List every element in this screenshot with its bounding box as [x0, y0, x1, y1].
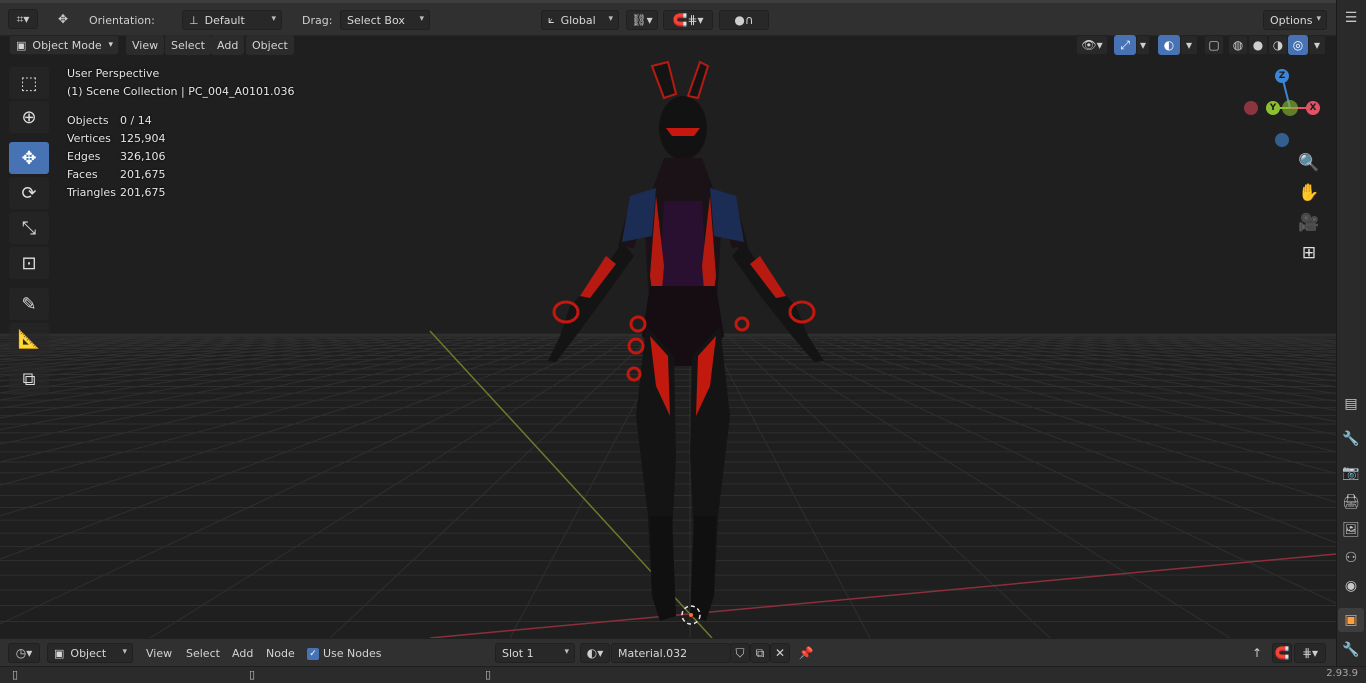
cursor-icon: ⊕	[21, 106, 37, 128]
select-box-tool[interactable]: ⬚	[9, 67, 49, 99]
measure-icon: 📐	[17, 328, 41, 350]
gizmo-neg-z-axis[interactable]	[1275, 133, 1289, 147]
gizmo-toggle-icon[interactable]: ⤢	[1114, 35, 1136, 55]
menu-view[interactable]: View	[126, 35, 165, 55]
editor-type-icon[interactable]: ⌗▾	[8, 9, 38, 29]
gizmo-x-axis[interactable]: X	[1306, 101, 1320, 115]
snap-icon[interactable]: 🧲⋕▾	[663, 10, 713, 30]
move-tool[interactable]: ✥	[9, 142, 49, 174]
material-shading-icon[interactable]: ◑	[1268, 35, 1288, 55]
shader-menu-select[interactable]: Select	[181, 644, 225, 663]
orientation-label: Orientation:	[89, 13, 155, 27]
unlink-material-icon[interactable]: ✕	[770, 643, 790, 663]
rotate-tool[interactable]: ⟳	[9, 177, 49, 209]
scale-tool[interactable]: ⤡	[9, 212, 49, 244]
orientation-dropdown[interactable]: ⊥ Default ▾	[182, 10, 282, 30]
pan-hand-icon[interactable]: ✋	[1297, 181, 1321, 205]
material-browse-icon[interactable]: ◐▾	[580, 643, 610, 663]
drag-dropdown[interactable]: Select Box ▾	[340, 10, 430, 30]
duplicate-material-icon[interactable]: ⧉	[750, 643, 770, 663]
overlays-dropdown-icon[interactable]: ▾	[1180, 35, 1198, 55]
perspective-label: User Perspective	[67, 67, 160, 80]
xray-icon[interactable]: ▢	[1204, 35, 1224, 55]
shader-menu-view[interactable]: View	[141, 644, 177, 663]
stats-triangles: Triangles 201,675	[67, 186, 166, 199]
object-properties-icon[interactable]: ▣	[1338, 608, 1364, 632]
stats-vertices: Vertices 125,904	[67, 132, 166, 145]
rendered-shading-icon[interactable]: ◎	[1288, 35, 1308, 55]
stats-objects: Objects 0 / 14	[67, 114, 152, 127]
parent-node-icon[interactable]: ↑	[1247, 643, 1267, 663]
gizmo-y-axis[interactable]: Y	[1266, 101, 1280, 115]
menu-add[interactable]: Add	[211, 35, 245, 55]
solid-shading-icon[interactable]: ●	[1248, 35, 1268, 55]
properties-toggle-icon[interactable]: ▤	[1338, 392, 1364, 416]
gizmo-neg-x-axis[interactable]	[1244, 101, 1258, 115]
workspace-tabs-strip	[0, 0, 1336, 3]
output-properties-icon[interactable]: 🖨	[1338, 490, 1364, 514]
stats-faces: Faces 201,675	[67, 168, 166, 181]
snap-target-icon[interactable]: ⋕▾	[1294, 643, 1326, 663]
measure-tool[interactable]: 📐	[9, 323, 49, 355]
move-icon: ✥	[21, 147, 37, 169]
mouse-middle-icon: ▯	[249, 668, 256, 681]
drag-label: Drag:	[302, 13, 333, 27]
transform-icon: ⊡	[21, 252, 37, 274]
mouse-left-icon: ▯	[12, 668, 19, 681]
annotate-tool[interactable]: ✎	[9, 288, 49, 320]
gizmo-dropdown-icon[interactable]: ▾	[1136, 35, 1150, 55]
collection-label: (1) Scene Collection | PC_004_A0101.036	[67, 85, 295, 98]
annotate-icon: ✎	[21, 293, 37, 315]
transform-tool[interactable]: ⊡	[9, 247, 49, 279]
add-cube-tool[interactable]: ⧉	[9, 363, 49, 395]
shading-dropdown-icon[interactable]: ▾	[1308, 35, 1326, 55]
shader-menu-add[interactable]: Add	[227, 644, 258, 663]
shader-menu-node[interactable]: Node	[261, 644, 300, 663]
menu-object[interactable]: Object	[246, 35, 294, 55]
shader-snap-icon[interactable]: 🧲	[1272, 643, 1292, 663]
checkbox-icon: ✓	[307, 647, 319, 660]
scene-properties-icon[interactable]: ⚇	[1338, 546, 1364, 570]
use-nodes-checkbox[interactable]: ✓ Use Nodes	[302, 644, 387, 663]
3d-viewport[interactable]	[0, 36, 1336, 638]
world-properties-icon[interactable]: ◉	[1338, 574, 1364, 598]
outliner-icon[interactable]: ☰	[1338, 6, 1364, 30]
fake-user-icon[interactable]: ⛉	[730, 643, 750, 663]
tool-properties-icon[interactable]: 🔧	[1338, 427, 1364, 451]
move-gizmo-icon[interactable]: ✥	[50, 9, 76, 29]
material-name-field[interactable]: Material.032	[611, 643, 731, 663]
options-dropdown[interactable]: Options ▾	[1263, 10, 1327, 30]
zoom-icon[interactable]: 🔍	[1297, 151, 1321, 175]
view-layer-icon[interactable]: 🖼	[1338, 518, 1364, 542]
overlays-toggle-icon[interactable]: ◐	[1158, 35, 1180, 55]
visibility-icon[interactable]: 👁▾	[1076, 35, 1108, 55]
rotate-icon: ⟳	[21, 182, 37, 204]
proportional-editing-icon[interactable]: ●∩	[719, 10, 769, 30]
cursor-tool[interactable]: ⊕	[9, 101, 49, 133]
transform-orientation-dropdown[interactable]: ⟀ Global ▾	[541, 10, 619, 30]
camera-icon[interactable]: 🎥	[1297, 211, 1321, 235]
add-cube-icon: ⧉	[22, 368, 36, 390]
version-label: 2.93.9	[1326, 668, 1358, 679]
slot-dropdown[interactable]: Slot 1 ▾	[495, 643, 575, 663]
status-bar	[0, 666, 1366, 683]
viewport-grid	[0, 36, 1336, 638]
menu-select[interactable]: Select	[165, 35, 211, 55]
modifier-properties-icon[interactable]: 🔧	[1338, 638, 1364, 662]
scale-icon: ⤡	[21, 217, 37, 239]
stats-edges: Edges 326,106	[67, 150, 166, 163]
render-properties-icon[interactable]: 📷	[1338, 461, 1364, 485]
mode-dropdown[interactable]: ▣ Object Mode ▾	[9, 35, 119, 55]
shader-editor-type-icon[interactable]: ◷▾	[8, 643, 40, 663]
select-box-icon: ⬚	[20, 72, 38, 94]
wireframe-shading-icon[interactable]: ◍	[1228, 35, 1248, 55]
mouse-right-icon: ▯	[485, 668, 492, 681]
shader-type-dropdown[interactable]: ▣ Object ▾	[47, 643, 133, 663]
perspective-grid-icon[interactable]: ⊞	[1297, 241, 1321, 265]
pin-icon[interactable]: 📌	[796, 643, 816, 663]
gizmo-z-axis[interactable]: Z	[1275, 69, 1289, 83]
pivot-point-icon[interactable]: ⛓▾	[626, 10, 658, 30]
